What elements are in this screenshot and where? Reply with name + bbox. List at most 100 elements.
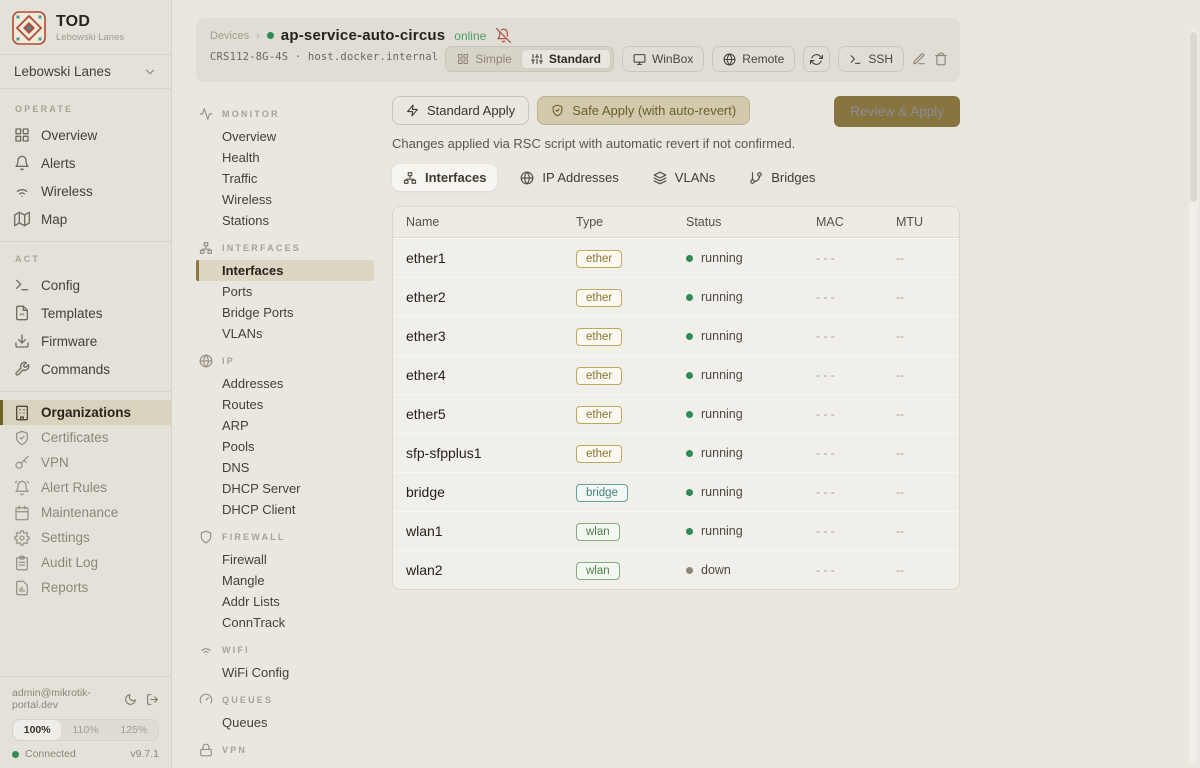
device-nav-item-queues[interactable]: Queues [196,712,374,733]
app-title: TOD [56,13,124,31]
device-nav-item-dhcp-client[interactable]: DHCP Client [196,499,374,520]
sidebar-item-certificates[interactable]: Certificates [0,425,171,450]
review-apply-button[interactable]: Review & Apply [834,96,960,127]
sidebar-item-wireless[interactable]: Wireless [0,177,171,205]
sidebar-item-commands[interactable]: Commands [0,355,171,383]
safe-apply-button[interactable]: Safe Apply (with auto-revert) [537,96,750,125]
sliders-icon [531,53,543,65]
table-row[interactable]: ether1 ether running - - - -- [393,238,959,277]
table-row[interactable]: ether4 ether running - - - -- [393,355,959,394]
sidebar-item-reports[interactable]: Reports [0,575,171,600]
device-nav-item-firewall[interactable]: Firewall [196,549,374,570]
type-badge: ether [576,289,622,307]
brand-text: TOD Lebowski Lanes [56,13,124,43]
device-nav-item-ports[interactable]: Ports [196,281,374,302]
status-cell: running [686,368,816,382]
status-dot [686,411,693,418]
remote-button[interactable]: Remote [712,46,795,72]
device-nav-item-conntrack[interactable]: ConnTrack [196,612,374,633]
sidebar-item-alert-rules[interactable]: Alert Rules [0,475,171,500]
zoom-110-button[interactable]: 110% [61,720,109,740]
refresh-button[interactable] [803,46,830,72]
device-nav-item-vlans[interactable]: VLANs [196,323,374,344]
table-row[interactable]: wlan1 wlan running - - - -- [393,511,959,550]
sidebar-item-overview[interactable]: Overview [0,121,171,149]
standard-apply-button[interactable]: Standard Apply [392,96,529,125]
device-nav-item-ppp[interactable]: PPP [196,762,374,768]
type-badge: ether [576,406,622,424]
app-version: v9.7.1 [130,748,159,760]
device-nav-item-addresses[interactable]: Addresses [196,373,374,394]
breadcrumb-separator: › [256,30,260,42]
sidebar-item-settings[interactable]: Settings [0,525,171,550]
sidebar-item-audit-log[interactable]: Audit Log [0,550,171,575]
scrollbar[interactable] [1189,30,1198,764]
sidebar-item-label: Overview [41,128,97,143]
org-selector[interactable]: Lebowski Lanes [0,54,171,89]
status-cell: running [686,290,816,304]
table-row[interactable]: bridge bridge running - - - -- [393,472,959,511]
tab-ip-addresses[interactable]: IP Addresses [509,164,629,191]
sidebar-item-config[interactable]: Config [0,271,171,299]
scrollbar-thumb[interactable] [1190,32,1197,202]
device-nav-item-dns[interactable]: DNS [196,457,374,478]
zoom-100-button[interactable]: 100% [13,720,61,740]
ssh-button[interactable]: SSH [838,46,904,72]
device-nav-item-bridge-ports[interactable]: Bridge Ports [196,302,374,323]
device-nav-item-health[interactable]: Health [196,147,374,168]
device-nav-item-arp[interactable]: ARP [196,415,374,436]
device-nav-item-traffic[interactable]: Traffic [196,168,374,189]
nav-divider [0,391,171,392]
device-nav-section-monitor: MONITOR [196,102,392,126]
sidebar-item-organizations[interactable]: Organizations [0,400,171,425]
table-row[interactable]: ether5 ether running - - - -- [393,394,959,433]
device-nav-item-addr-lists[interactable]: Addr Lists [196,591,374,612]
status-dot [686,333,693,340]
table-row[interactable]: ether2 ether running - - - -- [393,277,959,316]
device-online-dot [267,32,274,39]
view-simple-button[interactable]: Simple [448,49,521,69]
device-nav-item-wifi-config[interactable]: WiFi Config [196,662,374,683]
delete-device-button[interactable] [934,52,948,66]
building-icon [14,405,30,421]
device-nav-item-interfaces[interactable]: Interfaces [196,260,374,281]
device-nav-item-wireless[interactable]: Wireless [196,189,374,210]
device-nav-item-pools[interactable]: Pools [196,436,374,457]
tab-bridges[interactable]: Bridges [738,164,826,191]
table-row[interactable]: ether3 ether running - - - -- [393,316,959,355]
grid-small-icon [457,53,469,65]
device-nav-item-overview[interactable]: Overview [196,126,374,147]
sidebar-item-alerts[interactable]: Alerts [0,149,171,177]
tab-vlans[interactable]: VLANs [642,164,726,191]
device-nav-item-mangle[interactable]: Mangle [196,570,374,591]
shield-check-icon [14,430,30,446]
connected-dot [12,751,19,758]
device-nav-item-stations[interactable]: Stations [196,210,374,231]
lock-icon [199,743,213,757]
sidebar-item-map[interactable]: Map [0,205,171,233]
sidebar-item-vpn[interactable]: VPN [0,450,171,475]
status-dot [686,489,693,496]
device-nav-item-dhcp-server[interactable]: DHCP Server [196,478,374,499]
shield-check-icon [551,104,564,117]
moon-icon[interactable] [124,693,137,706]
tab-interfaces[interactable]: Interfaces [392,164,497,191]
winbox-button[interactable]: WinBox [622,46,704,72]
file-code-icon [14,305,30,321]
sidebar-item-templates[interactable]: Templates [0,299,171,327]
device-nav-item-routes[interactable]: Routes [196,394,374,415]
table-row[interactable]: sfp-sfpplus1 ether running - - - -- [393,433,959,472]
notifications-off-icon[interactable] [496,28,511,43]
type-badge: ether [576,328,622,346]
zoom-125-button[interactable]: 125% [110,720,158,740]
breadcrumb: Devices › ap-service-auto-circus online [210,27,946,44]
logout-icon[interactable] [146,693,159,706]
sidebar-item-firmware[interactable]: Firmware [0,327,171,355]
gauge-icon [199,693,213,707]
view-standard-button[interactable]: Standard [521,49,611,69]
breadcrumb-devices-link[interactable]: Devices [210,30,249,42]
sidebar-item-maintenance[interactable]: Maintenance [0,500,171,525]
edit-device-button[interactable] [912,52,926,66]
nav-section-act: ACT [0,250,171,271]
table-row[interactable]: wlan2 wlan down - - - -- [393,550,959,589]
